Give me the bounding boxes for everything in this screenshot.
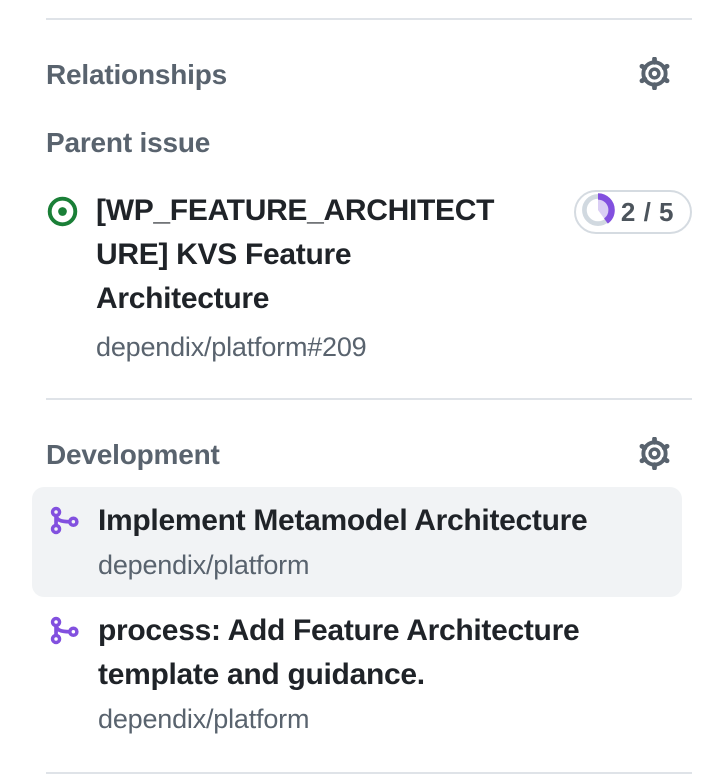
section-divider	[46, 18, 692, 20]
development-item-repo: dependix/platform	[98, 545, 666, 585]
relationships-settings-button[interactable]	[636, 57, 672, 93]
section-divider	[46, 398, 692, 400]
development-item-text: Implement Metamodel Architecture dependi…	[98, 499, 666, 585]
development-item-repo: dependix/platform	[98, 699, 666, 739]
git-merge-icon	[48, 614, 81, 652]
parent-issue-repo: dependix/platform#209	[96, 327, 500, 367]
development-list: Implement Metamodel Architecture dependi…	[32, 487, 682, 751]
parent-issue-title[interactable]: [WP_FEATURE_ARCHITECTURE] KVS Feature Ar…	[96, 189, 500, 321]
development-item-row[interactable]: Implement Metamodel Architecture dependi…	[32, 487, 682, 597]
progress-count: 2 / 5	[621, 197, 674, 228]
gear-icon	[638, 437, 671, 473]
sub-issues-progress-badge[interactable]: 2 / 5	[574, 190, 692, 234]
relationships-section-header: Relationships	[46, 57, 672, 93]
issue-sidebar: Relationships Parent issue	[0, 0, 718, 774]
parent-issue-row[interactable]: [WP_FEATURE_ARCHITECTURE] KVS Feature Ar…	[46, 189, 692, 367]
development-item-text: process: Add Feature Architecture templa…	[98, 609, 666, 739]
development-section-header: Development	[46, 437, 672, 473]
issue-opened-icon	[46, 195, 79, 233]
gear-icon	[638, 57, 671, 93]
development-title: Development	[46, 437, 220, 473]
progress-ring-icon	[581, 193, 615, 232]
parent-issue-text: [WP_FEATURE_ARCHITECTURE] KVS Feature Ar…	[96, 189, 500, 367]
relationships-title: Relationships	[46, 57, 227, 93]
git-merge-icon	[48, 504, 81, 542]
development-settings-button[interactable]	[636, 437, 672, 473]
development-item-title[interactable]: process: Add Feature Architecture templa…	[98, 609, 666, 697]
development-item-title[interactable]: Implement Metamodel Architecture	[98, 499, 666, 543]
parent-issue-label: Parent issue	[46, 125, 672, 161]
development-item-row[interactable]: process: Add Feature Architecture templa…	[32, 597, 682, 751]
